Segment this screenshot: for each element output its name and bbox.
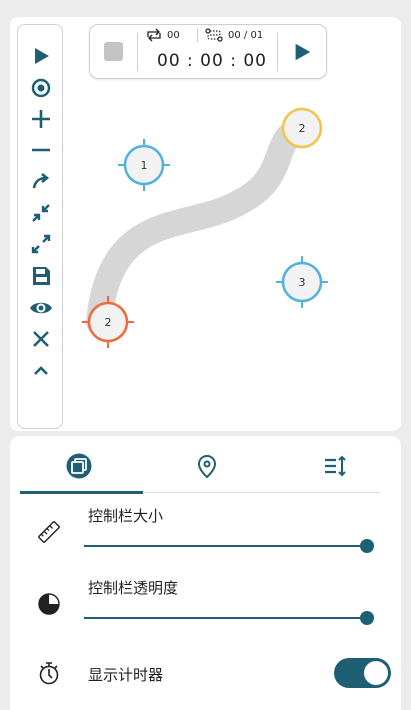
loop-count: 00 xyxy=(167,30,180,41)
map-canvas[interactable]: 1 2 2 3 00 00 / 01 00: 00: 00 xyxy=(10,17,401,431)
route-map: 1 2 2 3 xyxy=(82,107,328,348)
stop-button[interactable] xyxy=(104,42,123,61)
save-icon xyxy=(33,267,50,285)
waypoint-3-label: 3 xyxy=(299,276,306,289)
control-size-track xyxy=(84,545,366,547)
save-button[interactable] xyxy=(18,261,64,291)
layers-icon xyxy=(66,453,92,479)
map-toolbar xyxy=(17,24,63,429)
show-timer-toggle-knob xyxy=(364,661,388,685)
loop-icon xyxy=(147,28,161,42)
play-icon xyxy=(35,48,49,64)
location-pin-icon xyxy=(197,454,217,479)
close-button[interactable] xyxy=(18,324,64,354)
preview-button[interactable] xyxy=(18,293,64,323)
curve-arrow-icon xyxy=(32,172,50,189)
waypoint-1-label: 1 xyxy=(141,159,148,172)
show-timer-label: 显示计时器 xyxy=(88,666,164,684)
close-icon xyxy=(33,331,49,347)
zoom-out-button[interactable] xyxy=(18,135,64,165)
tab-controls[interactable] xyxy=(24,446,134,486)
eye-icon xyxy=(30,302,52,314)
opacity-icon xyxy=(38,593,60,615)
expand-button[interactable] xyxy=(18,229,64,259)
start-timer-button[interactable] xyxy=(291,41,313,63)
timer-divider-mid xyxy=(197,28,198,42)
plus-icon xyxy=(32,110,50,128)
timer-divider-right xyxy=(277,33,278,71)
tab-location[interactable] xyxy=(152,446,262,486)
settings-panel: 控制栏大小 控制栏透明度 显示计时器 xyxy=(10,436,401,710)
collapse-icon xyxy=(32,204,50,222)
zoom-in-button[interactable] xyxy=(18,104,64,134)
target-icon xyxy=(31,78,51,98)
locate-button[interactable] xyxy=(18,73,64,103)
ruler-icon xyxy=(38,521,60,543)
control-opacity-slider[interactable] xyxy=(84,610,374,626)
waypoint-1[interactable]: 1 xyxy=(118,139,170,191)
control-size-thumb[interactable] xyxy=(360,539,374,553)
control-opacity-label: 控制栏透明度 xyxy=(88,579,179,597)
waypoint-end-label: 2 xyxy=(299,122,306,135)
control-opacity-thumb[interactable] xyxy=(360,611,374,625)
tab-list[interactable] xyxy=(280,446,390,486)
elapsed-time: 00 : 00 : 00 xyxy=(157,51,267,71)
timer-panel: 00 00 / 01 00 : 00 : 00 xyxy=(89,24,327,79)
control-opacity-track xyxy=(84,617,366,619)
timer-divider-left xyxy=(137,33,138,71)
minus-icon xyxy=(32,148,50,152)
list-sort-icon xyxy=(325,455,346,477)
waypoint-3[interactable]: 3 xyxy=(276,256,328,308)
draw-curve-button[interactable] xyxy=(18,166,64,196)
collapse-toolbar-button[interactable] xyxy=(18,356,64,386)
control-size-slider[interactable] xyxy=(84,538,374,554)
play-button[interactable] xyxy=(18,41,64,71)
expand-icon xyxy=(31,234,51,254)
route-progress: 00 / 01 xyxy=(228,30,264,41)
route-icon xyxy=(205,28,223,42)
show-timer-toggle[interactable] xyxy=(334,658,391,688)
chevron-up-icon xyxy=(34,366,48,375)
waypoint-end[interactable]: 2 xyxy=(281,107,323,149)
control-size-label: 控制栏大小 xyxy=(88,507,164,525)
collapse-button[interactable] xyxy=(18,198,64,228)
active-tab-indicator xyxy=(20,491,143,494)
stopwatch-icon xyxy=(39,662,59,685)
waypoint-start-label: 2 xyxy=(105,316,112,329)
